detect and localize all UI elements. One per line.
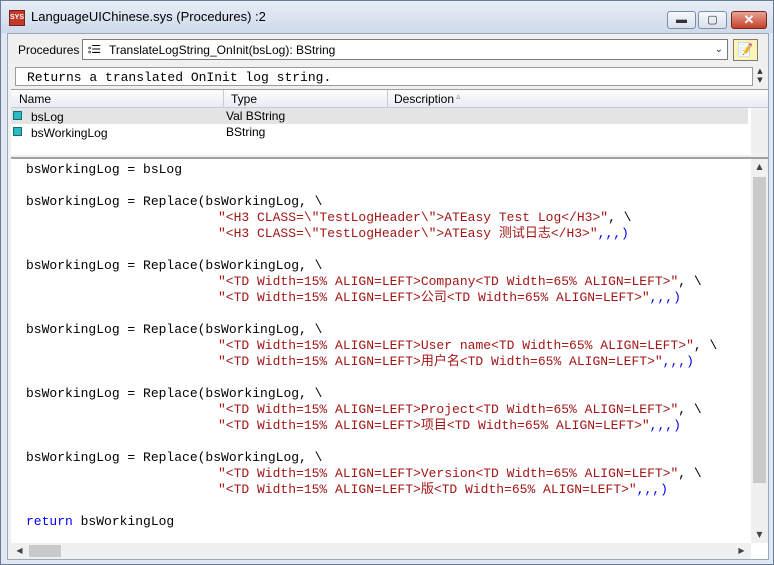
string-literal: "<TD Width=15% ALIGN=LEFT>User name<TD W… — [218, 338, 694, 353]
description-text: Returns a translated OnInit log string. — [27, 70, 332, 85]
table-row[interactable]: bsWorkingLog BString — [11, 124, 748, 140]
scroll-up-icon[interactable]: ▲ — [751, 159, 768, 175]
code-line: "<TD Width=15% ALIGN=LEFT>公司<TD Width=65… — [218, 290, 681, 306]
code-punct: , \ — [678, 402, 702, 417]
table-row[interactable]: bsLog Val BString — [11, 108, 748, 124]
editor-client: Procedures : ⦂☰ TranslateLogString_OnIni… — [7, 33, 769, 560]
procedures-combo[interactable]: ⦂☰ TranslateLogString_OnInit(bsLog): BSt… — [82, 39, 728, 60]
row-name: bsWorkingLog — [31, 126, 108, 140]
scroll-down-icon[interactable]: ▼ — [751, 527, 768, 543]
chevron-down-icon[interactable]: ▼ — [757, 76, 762, 84]
window-title: LanguageUIChinese.sys (Procedures) :2 — [31, 9, 266, 24]
code-line: bsWorkingLog = bsLog — [26, 162, 183, 177]
string-literal: "<H3 CLASS=\"TestLogHeader\">ATEasy 测试日志… — [218, 226, 598, 241]
keyword: return — [26, 514, 73, 529]
horizontal-scrollbar[interactable]: ◀ ▶ — [11, 543, 751, 559]
code-editor[interactable]: bsWorkingLog = bsLog bsWorkingLog = Repl… — [11, 157, 768, 559]
code-line: "<TD Width=15% ALIGN=LEFT>User name<TD W… — [218, 338, 717, 354]
title-bar[interactable]: SYS LanguageUIChinese.sys (Procedures) :… — [1, 1, 773, 33]
string-literal: "<TD Width=15% ALIGN=LEFT>项目<TD Width=65… — [218, 418, 650, 433]
vertical-scrollbar[interactable]: ▲ ▼ — [751, 159, 768, 543]
code-line: bsWorkingLog = Replace(bsWorkingLog, \ — [26, 322, 323, 337]
string-literal: "<TD Width=15% ALIGN=LEFT>版<TD Width=65%… — [218, 482, 637, 497]
row-type: BString — [226, 125, 266, 139]
string-literal: "<TD Width=15% ALIGN=LEFT>用户名<TD Width=6… — [218, 354, 663, 369]
code-text: bsWorkingLog — [72, 514, 175, 529]
close-button[interactable]: ✕ — [731, 11, 767, 29]
variables-grid: Name Type Description ▵ bsLog Val BStrin… — [11, 89, 768, 155]
grid-header: Name Type Description ▵ — [11, 90, 768, 108]
minimize-button[interactable]: ▬ — [667, 11, 696, 29]
row-name: bsLog — [31, 110, 64, 124]
code-punct: ,,,) — [649, 290, 681, 305]
grid-scrollbar[interactable] — [751, 108, 768, 155]
code-line: "<H3 CLASS=\"TestLogHeader\">ATEasy 测试日志… — [218, 226, 629, 242]
maximize-button[interactable]: ▢ — [698, 11, 727, 29]
chevron-down-icon[interactable]: ⌄ — [715, 44, 723, 55]
string-literal: "<TD Width=15% ALIGN=LEFT>公司<TD Width=65… — [218, 290, 650, 305]
code-line: bsWorkingLog = Replace(bsWorkingLog, \ — [26, 450, 323, 465]
code-line: "<TD Width=15% ALIGN=LEFT>Company<TD Wid… — [218, 274, 702, 290]
scrollbar-thumb[interactable] — [753, 177, 766, 483]
code-line: "<TD Width=15% ALIGN=LEFT>Project<TD Wid… — [218, 402, 702, 418]
procedures-label: Procedures : — [18, 43, 87, 57]
notes-button[interactable]: 📝 — [733, 39, 758, 61]
code-punct: , \ — [693, 338, 718, 353]
column-divider[interactable] — [223, 90, 224, 107]
column-divider[interactable] — [387, 90, 388, 107]
string-literal: "<TD Width=15% ALIGN=LEFT>Version<TD Wid… — [218, 466, 679, 481]
code-punct: , \ — [678, 274, 702, 289]
code-punct: ,,,) — [649, 418, 681, 433]
description-box[interactable]: Returns a translated OnInit log string. — [15, 67, 753, 86]
function-icon: ⦂☰ — [88, 43, 102, 56]
code-line: "<TD Width=15% ALIGN=LEFT>用户名<TD Width=6… — [218, 354, 694, 370]
code-line: bsWorkingLog = Replace(bsWorkingLog, \ — [26, 258, 323, 273]
code-punct: , \ — [608, 210, 632, 225]
code-punct: ,,,) — [636, 482, 668, 497]
window: SYS LanguageUIChinese.sys (Procedures) :… — [0, 0, 774, 565]
code-line: "<H3 CLASS=\"TestLogHeader\">ATEasy Test… — [218, 210, 631, 226]
variable-icon — [13, 127, 22, 136]
notes-icon: 📝 — [737, 42, 754, 57]
app-icon: SYS — [9, 10, 25, 26]
column-header-name[interactable]: Name — [19, 92, 51, 106]
procedures-bar: Procedures : ⦂☰ TranslateLogString_OnIni… — [8, 34, 768, 66]
code-line: bsWorkingLog = Replace(bsWorkingLog, \ — [26, 194, 323, 209]
code-line: "<TD Width=15% ALIGN=LEFT>版<TD Width=65%… — [218, 482, 668, 498]
scroll-right-icon[interactable]: ▶ — [733, 543, 750, 559]
chevron-up-icon[interactable]: ▲ — [757, 67, 762, 75]
code-punct: ,,,) — [662, 354, 694, 369]
description-spin[interactable]: ▲ ▼ — [753, 67, 767, 86]
code-punct: , \ — [678, 466, 702, 481]
sort-ascending-icon: ▵ — [456, 92, 461, 102]
code-punct: ,,,) — [597, 226, 629, 241]
row-type: Val BString — [226, 109, 286, 123]
code-line: "<TD Width=15% ALIGN=LEFT>Version<TD Wid… — [218, 466, 702, 482]
code-line: "<TD Width=15% ALIGN=LEFT>项目<TD Width=65… — [218, 418, 681, 434]
string-literal: "<H3 CLASS=\"TestLogHeader\">ATEasy Test… — [218, 210, 609, 225]
scroll-left-icon[interactable]: ◀ — [11, 543, 28, 559]
column-header-description[interactable]: Description — [394, 92, 454, 106]
string-literal: "<TD Width=15% ALIGN=LEFT>Company<TD Wid… — [218, 274, 679, 289]
procedures-value: TranslateLogString_OnInit(bsLog): BStrin… — [109, 43, 336, 57]
column-header-type[interactable]: Type — [231, 92, 257, 106]
code-line: return bsWorkingLog — [26, 514, 174, 530]
variable-icon — [13, 111, 22, 120]
string-literal: "<TD Width=15% ALIGN=LEFT>Project<TD Wid… — [218, 402, 679, 417]
code-line: bsWorkingLog = Replace(bsWorkingLog, \ — [26, 386, 323, 401]
scrollbar-thumb[interactable] — [29, 545, 61, 557]
